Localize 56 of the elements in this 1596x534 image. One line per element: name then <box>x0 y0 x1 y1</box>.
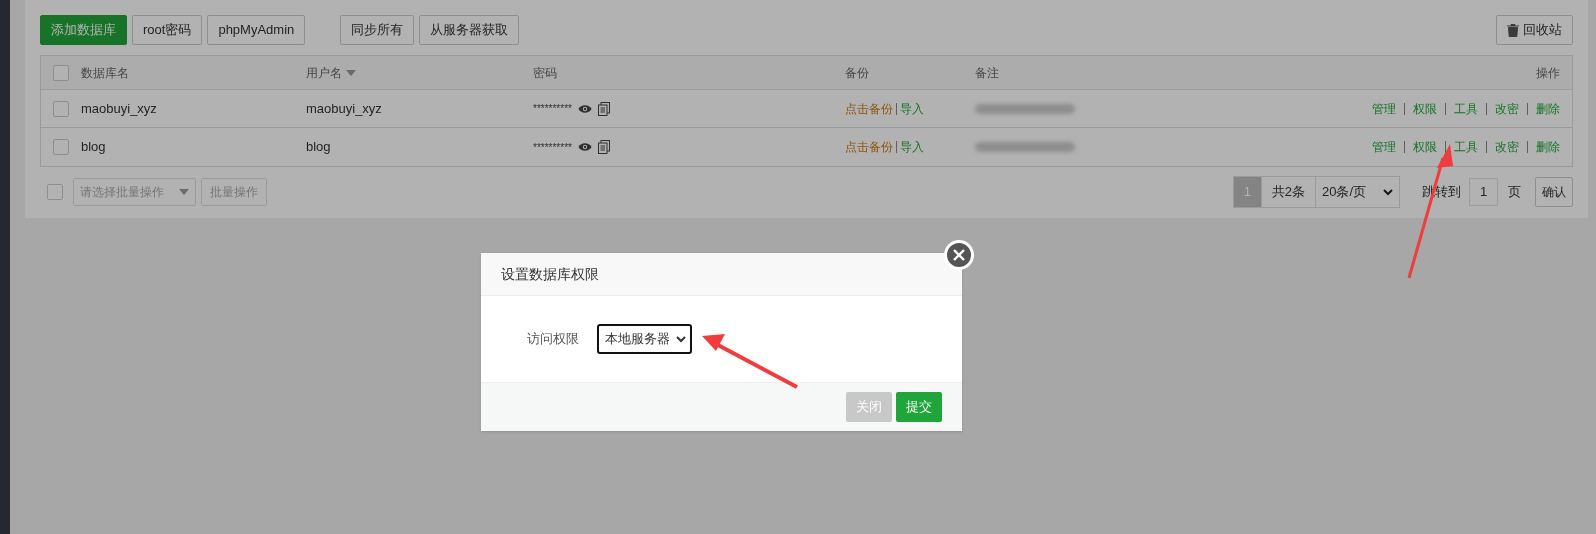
column-header[interactable]: 数据库名 <box>81 63 129 82</box>
password-text: ********** <box>533 102 572 116</box>
action-link[interactable]: 权限 <box>1413 99 1437 118</box>
sort-caret-icon <box>346 69 356 76</box>
toolbar-button[interactable]: phpMyAdmin <box>207 15 306 45</box>
table-cell: blog <box>306 139 331 155</box>
action-link[interactable]: 删除 <box>1536 138 1560 156</box>
caret-icon <box>179 189 189 195</box>
action-link[interactable]: 工具 <box>1454 99 1478 118</box>
action-link[interactable]: 删除 <box>1536 99 1560 118</box>
close-button[interactable] <box>944 240 974 270</box>
access-select[interactable]: 本地服务器 <box>597 324 692 354</box>
table-cell: maobuyi_xyz <box>81 100 157 116</box>
toolbar-button[interactable]: 添加数据库 <box>40 15 127 45</box>
action-link[interactable]: 工具 <box>1454 138 1478 156</box>
column-header[interactable]: 备份 <box>845 63 869 82</box>
page-input[interactable]: 1 <box>1469 178 1498 206</box>
column-header[interactable]: 用户名 <box>306 63 342 82</box>
checkbox[interactable] <box>53 64 69 81</box>
checkbox[interactable] <box>53 139 69 155</box>
page-size-select[interactable]: 20条/页 <box>1315 177 1399 207</box>
action-link[interactable]: 改密 <box>1495 99 1519 118</box>
chevron-icon <box>1383 188 1393 196</box>
backup-link[interactable]: 点击备份 <box>845 99 893 118</box>
action-link[interactable]: 改密 <box>1495 138 1519 156</box>
toolbar-button[interactable]: 同步所有 <box>340 15 415 45</box>
recycle-bin-button[interactable]: 回收站 <box>1496 15 1573 45</box>
column-header[interactable]: 备注 <box>975 63 999 82</box>
copy-icon[interactable] <box>597 101 610 116</box>
backup-link[interactable]: 点击备份 <box>845 138 893 156</box>
action-link[interactable]: 权限 <box>1413 138 1437 156</box>
dialog-button[interactable]: 提交 <box>896 392 942 422</box>
trash-icon <box>1507 23 1519 37</box>
table-cell: blog <box>81 139 106 155</box>
import-link[interactable]: 导入 <box>900 138 924 156</box>
eye-icon[interactable] <box>577 142 592 152</box>
action-link[interactable]: 管理 <box>1372 99 1396 118</box>
action-link[interactable]: 管理 <box>1372 138 1396 156</box>
column-header[interactable]: 操作 <box>1536 63 1560 82</box>
eye-icon[interactable] <box>577 103 592 114</box>
column-header[interactable]: 密码 <box>533 63 557 82</box>
checkbox[interactable] <box>47 184 63 200</box>
toolbar-button[interactable]: root密码 <box>132 15 203 45</box>
toolbar-button[interactable]: 从服务器获取 <box>419 15 520 45</box>
checkbox[interactable] <box>53 100 69 117</box>
page-unit: 页 <box>1508 183 1521 202</box>
copy-icon[interactable] <box>597 140 610 154</box>
page-total: 共2条 <box>1260 177 1315 207</box>
table-cell: maobuyi_xyz <box>306 100 382 116</box>
password-text: ********** <box>533 140 572 155</box>
confirm-button[interactable]: 确认 <box>1535 177 1573 207</box>
close-icon <box>953 249 965 261</box>
dialog-title: 设置数据库权限 <box>501 264 599 284</box>
chevron-icon <box>676 335 686 343</box>
field-label: 访问权限 <box>526 330 579 349</box>
import-link[interactable]: 导入 <box>900 99 924 118</box>
